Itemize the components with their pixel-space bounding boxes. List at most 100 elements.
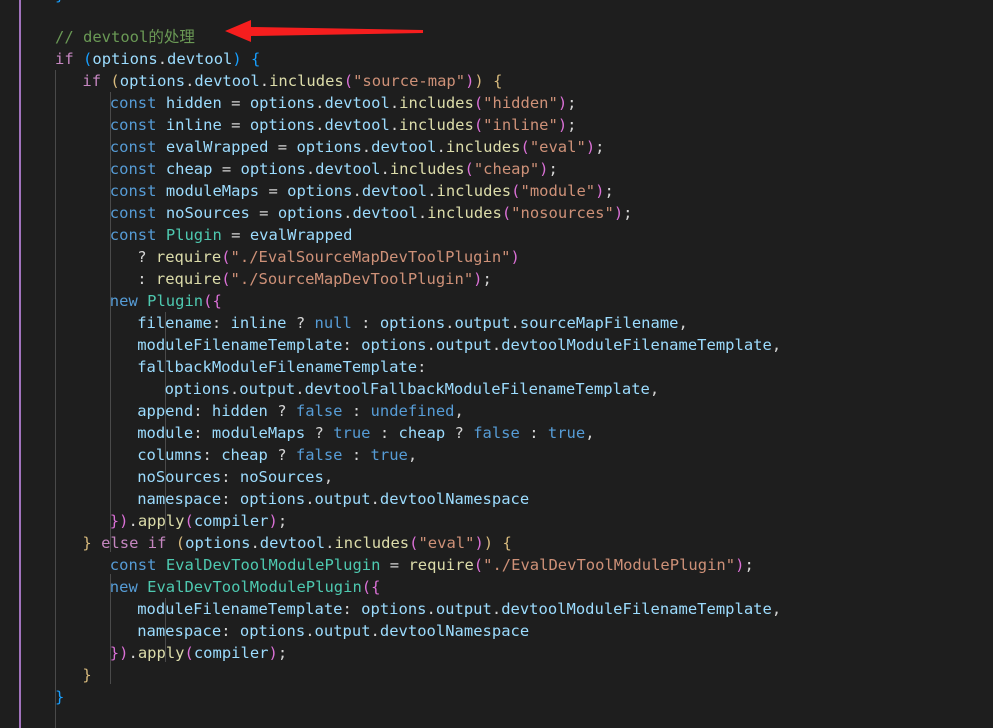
code-token: compiler bbox=[193, 644, 269, 662]
code-token: output bbox=[239, 380, 296, 398]
code-token: = bbox=[221, 116, 250, 134]
code-line[interactable]: const cheap = options.devtool.includes("… bbox=[0, 158, 993, 180]
code-token: namespace bbox=[137, 622, 222, 640]
code-token: devtool bbox=[324, 94, 390, 112]
code-line[interactable]: columns: cheap ? false : true, bbox=[0, 444, 993, 466]
code-token: moduleFilenameTemplate bbox=[137, 336, 343, 354]
code-token: : bbox=[370, 424, 399, 442]
code-token: . bbox=[380, 160, 390, 178]
code-line[interactable]: if (options.devtool) { bbox=[0, 48, 993, 70]
code-token: devtool bbox=[259, 534, 326, 552]
code-token: ( bbox=[221, 270, 231, 288]
code-line[interactable]: append: hidden ? false : undefined, bbox=[0, 400, 993, 422]
code-token: includes bbox=[445, 138, 521, 156]
code-token: ( bbox=[473, 116, 484, 134]
code-token: : bbox=[211, 314, 231, 332]
code-line[interactable]: const moduleMaps = options.devtool.inclu… bbox=[0, 180, 993, 202]
code-token: options bbox=[249, 116, 316, 134]
code-line[interactable]: filename: inline ? null : options.output… bbox=[0, 312, 993, 334]
code-token: ( bbox=[110, 72, 120, 90]
code-token: false bbox=[295, 402, 343, 420]
code-line[interactable]: const noSources = options.devtool.includ… bbox=[0, 202, 993, 224]
code-token: ( bbox=[184, 644, 194, 662]
code-editor-viewport[interactable]: } // devtool的处理if (options.devtool) {if … bbox=[0, 0, 993, 728]
code-line[interactable]: noSources: noSources, bbox=[0, 466, 993, 488]
code-token: . bbox=[491, 336, 502, 354]
code-line[interactable]: new Plugin({ bbox=[0, 290, 993, 312]
code-token: . bbox=[510, 314, 520, 332]
code-line[interactable]: } else if (options.devtool.includes("eva… bbox=[0, 532, 993, 554]
code-token: "./EvalDevToolModulePlugin" bbox=[483, 556, 736, 574]
code-token: } bbox=[82, 534, 92, 552]
code-token: undefined bbox=[370, 402, 455, 420]
code-line[interactable]: const hidden = options.devtool.includes(… bbox=[0, 92, 993, 114]
code-line[interactable]: moduleFilenameTemplate: options.output.d… bbox=[0, 598, 993, 620]
code-token: cheap bbox=[398, 424, 446, 442]
code-token: null bbox=[314, 314, 352, 332]
code-token: "eval" bbox=[418, 534, 475, 552]
code-token: ( bbox=[343, 72, 354, 90]
code-token: ? bbox=[267, 446, 296, 464]
code-token: ) bbox=[510, 248, 520, 266]
code-token: moduleMaps bbox=[165, 182, 260, 200]
code-line[interactable]: const evalWrapped = options.devtool.incl… bbox=[0, 136, 993, 158]
code-token: : bbox=[202, 446, 222, 464]
code-line[interactable]: ? require("./EvalSourceMapDevToolPlugin"… bbox=[0, 246, 993, 268]
code-line[interactable]: options.output.devtoolFallbackModuleFile… bbox=[0, 378, 993, 400]
code-token: : bbox=[221, 490, 240, 508]
code-line[interactable]: } bbox=[0, 664, 993, 686]
code-token: output bbox=[435, 600, 492, 618]
code-line[interactable]: }).apply(compiler); bbox=[0, 642, 993, 664]
code-token: ) bbox=[585, 138, 596, 156]
code-line[interactable]: namespace: options.output.devtoolNamespa… bbox=[0, 620, 993, 642]
code-token: : bbox=[221, 468, 240, 486]
code-token: . bbox=[305, 490, 315, 508]
code-token: inline bbox=[230, 314, 287, 332]
code-token: output bbox=[314, 490, 371, 508]
code-token: : bbox=[221, 622, 240, 640]
code-token: , bbox=[771, 600, 782, 618]
code-content[interactable]: } // devtool的处理if (options.devtool) {if … bbox=[0, 0, 993, 728]
code-token: devtoolNamespace bbox=[379, 490, 530, 508]
code-token: ( bbox=[184, 512, 194, 530]
code-token: devtool bbox=[371, 138, 437, 156]
code-line[interactable]: // devtool的处理 bbox=[0, 26, 993, 48]
code-line[interactable]: : require("./SourceMapDevToolPlugin"); bbox=[0, 268, 993, 290]
code-line[interactable]: const inline = options.devtool.includes(… bbox=[0, 114, 993, 136]
code-line[interactable]: fallbackModuleFilenameTemplate: bbox=[0, 356, 993, 378]
code-token: "inline" bbox=[483, 116, 558, 134]
code-line[interactable]: module: moduleMaps ? true : cheap ? fals… bbox=[0, 422, 993, 444]
code-token: . bbox=[295, 380, 305, 398]
code-token: devtool bbox=[352, 204, 418, 222]
code-token: hidden bbox=[211, 402, 268, 420]
code-line[interactable]: const Plugin = evalWrapped bbox=[0, 224, 993, 246]
code-token: ) bbox=[483, 534, 494, 552]
code-line[interactable]: moduleFilenameTemplate: options.output.d… bbox=[0, 334, 993, 356]
code-token: if bbox=[147, 534, 167, 552]
code-token: : bbox=[342, 446, 371, 464]
code-token: . bbox=[361, 138, 372, 156]
code-line[interactable]: new EvalDevToolModulePlugin({ bbox=[0, 576, 993, 598]
code-token: . bbox=[436, 138, 446, 156]
code-token: ? bbox=[445, 424, 474, 442]
code-token: includes bbox=[399, 116, 474, 134]
code-token: { bbox=[493, 72, 503, 90]
code-token: options bbox=[92, 50, 158, 68]
code-token: : bbox=[351, 314, 380, 332]
code-token: true bbox=[370, 446, 408, 464]
code-token: : bbox=[342, 336, 362, 354]
code-token: require bbox=[408, 556, 474, 574]
code-line[interactable]: } bbox=[0, 686, 993, 708]
code-line[interactable]: const EvalDevToolModulePlugin = require(… bbox=[0, 554, 993, 576]
code-token: options bbox=[287, 182, 353, 200]
code-token: const bbox=[109, 556, 157, 574]
code-token: ( bbox=[361, 578, 372, 596]
code-line[interactable]: if (options.devtool.includes("source-map… bbox=[0, 70, 993, 92]
code-line[interactable]: }).apply(compiler); bbox=[0, 510, 993, 532]
code-token: ) bbox=[474, 72, 484, 90]
code-line[interactable]: namespace: options.output.devtoolNamespa… bbox=[0, 488, 993, 510]
